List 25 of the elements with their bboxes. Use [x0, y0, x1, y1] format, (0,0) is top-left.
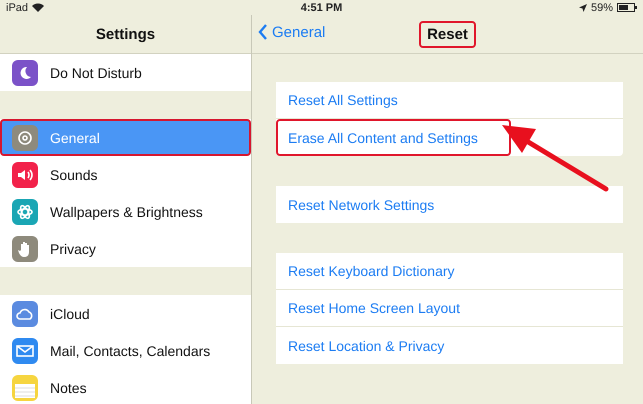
- clock-time: 4:51 PM: [300, 2, 342, 14]
- wifi-icon: [32, 3, 44, 12]
- location-icon: [578, 4, 587, 12]
- item-label: Notes: [50, 380, 87, 396]
- battery-percent: 59%: [590, 2, 613, 14]
- item-label: Sounds: [50, 166, 98, 182]
- item-label: Mail, Contacts, Calendars: [50, 342, 210, 358]
- item-label: iCloud: [50, 306, 90, 322]
- reset-option[interactable]: Reset All Settings: [276, 82, 623, 119]
- item-label: Wallpapers & Brightness: [50, 204, 203, 220]
- back-label: General: [272, 24, 326, 40]
- sidebar-item[interactable]: General: [0, 119, 251, 156]
- reset-option[interactable]: Reset Network Settings: [276, 186, 623, 223]
- chevron-left-icon: [258, 23, 268, 41]
- battery-icon: [617, 3, 637, 12]
- device-name: iPad: [6, 2, 28, 14]
- reset-option[interactable]: Erase All Content and Settings: [276, 119, 511, 156]
- reset-option[interactable]: Reset Keyboard Dictionary: [276, 253, 623, 290]
- item-label: Do Not Disturb: [50, 64, 142, 80]
- page-title: Reset: [419, 20, 476, 48]
- back-button[interactable]: General: [258, 23, 326, 41]
- arrow-icon: [500, 123, 610, 193]
- item-label: Privacy: [50, 240, 96, 256]
- item-label: General: [50, 130, 100, 146]
- sidebar-title: Settings: [94, 24, 156, 44]
